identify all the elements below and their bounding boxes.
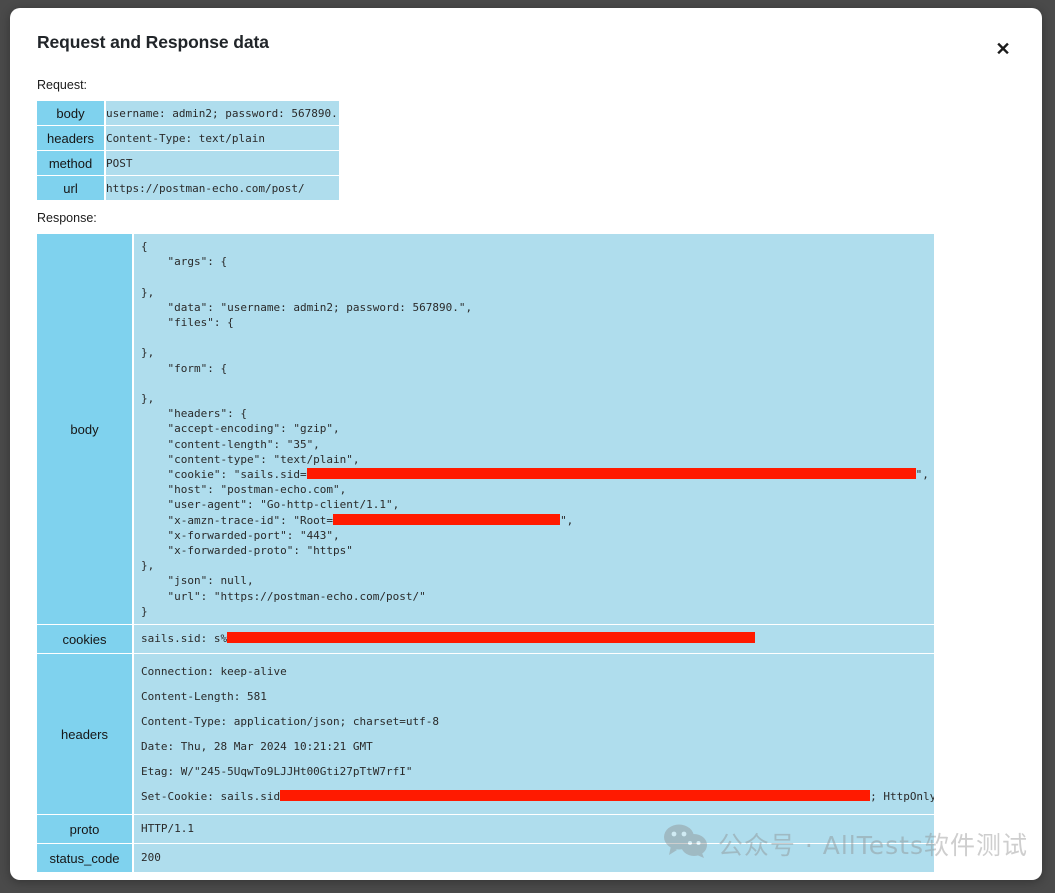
json-line bbox=[141, 330, 927, 345]
json-line: { bbox=[141, 240, 148, 253]
header-line: Content-Type: application/json; charset=… bbox=[141, 715, 440, 729]
table-row: status_code 200 bbox=[37, 844, 934, 873]
json-line: }, bbox=[141, 559, 155, 573]
response-headers-key: headers bbox=[37, 654, 134, 815]
json-line: "host": "postman-echo.com", bbox=[141, 483, 347, 497]
json-line: "user-agent": "Go-http-client/1.1", bbox=[141, 498, 400, 512]
request-row-key: url bbox=[37, 176, 106, 200]
table-row: body username: admin2; password: 567890. bbox=[37, 101, 339, 125]
table-row: body { "args": { }, "data": "username: a… bbox=[37, 234, 934, 625]
json-line: "data": "username: admin2; password: 567… bbox=[141, 300, 473, 314]
json-line: "args": { bbox=[141, 255, 228, 269]
table-row: headers Connection: keep-alive Content-Le… bbox=[37, 654, 934, 815]
redaction-bar bbox=[306, 468, 916, 480]
table-row: url https://postman-echo.com/post/ bbox=[37, 176, 339, 200]
close-icon[interactable]: ✕ bbox=[990, 36, 1016, 62]
request-row-value: Content-Type: text/plain bbox=[106, 126, 339, 150]
json-line: }, bbox=[141, 285, 155, 299]
json-line: }, bbox=[141, 346, 155, 360]
response-proto-value: HTTP/1.1 bbox=[134, 815, 934, 844]
request-row-value: username: admin2; password: 567890. bbox=[106, 101, 339, 125]
json-line: "headers": { bbox=[141, 407, 247, 421]
header-line: Etag: W/"245-5UqwTo9LJJHt00Gti27pTtW7rfI… bbox=[141, 765, 413, 779]
json-line: "x-forwarded-port": "443", bbox=[141, 528, 340, 542]
json-line: "x-forwarded-proto": "https" bbox=[141, 544, 353, 558]
redaction-bar bbox=[333, 513, 561, 525]
request-section-label: Request: bbox=[37, 78, 88, 92]
json-line: "form": { bbox=[141, 361, 228, 375]
set-cookie-line: Set-Cookie: sails.sid; HttpOnly bbox=[141, 790, 934, 804]
response-body-value: { "args": { }, "data": "username: admin2… bbox=[134, 234, 934, 625]
redaction-bar bbox=[227, 632, 756, 644]
request-row-key: headers bbox=[37, 126, 106, 150]
json-line: "content-type": "text/plain", bbox=[141, 452, 360, 466]
json-line: "cookie": "sails.sid= ", bbox=[141, 468, 929, 482]
table-row: headers Content-Type: text/plain bbox=[37, 126, 339, 150]
response-status-value: 200 bbox=[134, 844, 934, 873]
json-line: "files": { bbox=[141, 316, 234, 330]
json-line: "x-amzn-trace-id": "Root= ", bbox=[141, 513, 574, 527]
modal-header: Request and Response data ✕ bbox=[28, 26, 1020, 68]
header-line: Connection: keep-alive bbox=[141, 665, 287, 679]
table-row: proto HTTP/1.1 bbox=[37, 815, 934, 844]
response-cookies-value: sails.sid: s% bbox=[134, 625, 934, 654]
json-line: "content-length": "35", bbox=[141, 437, 320, 451]
request-table: body username: admin2; password: 567890. h… bbox=[37, 100, 339, 201]
json-line: "json": null, bbox=[141, 574, 254, 588]
header-line: Date: Thu, 28 Mar 2024 10:21:21 GMT bbox=[141, 740, 373, 754]
json-line: "url": "https://postman-echo.com/post/" bbox=[141, 589, 426, 603]
request-row-key: method bbox=[37, 151, 106, 175]
table-row: cookies sails.sid: s% bbox=[37, 625, 934, 654]
json-line: } bbox=[141, 604, 148, 618]
response-body-key: body bbox=[37, 234, 134, 625]
response-headers-value: Connection: keep-alive Content-Length: 58… bbox=[134, 654, 934, 815]
response-cookies-key: cookies bbox=[37, 625, 134, 654]
request-row-value: POST bbox=[106, 151, 339, 175]
response-table: body { "args": { }, "data": "username: a… bbox=[37, 233, 934, 873]
json-line bbox=[141, 376, 927, 391]
json-line: "accept-encoding": "gzip", bbox=[141, 422, 340, 436]
table-row: method POST bbox=[37, 151, 339, 175]
json-line bbox=[141, 269, 927, 284]
request-response-modal: Request and Response data ✕ Request: bod… bbox=[10, 8, 1042, 880]
redaction-bar bbox=[280, 790, 871, 802]
response-proto-key: proto bbox=[37, 815, 134, 844]
request-row-value: https://postman-echo.com/post/ bbox=[106, 176, 339, 200]
json-line: }, bbox=[141, 392, 155, 406]
response-section-label: Response: bbox=[37, 211, 97, 225]
response-status-key: status_code bbox=[37, 844, 134, 873]
request-row-key: body bbox=[37, 101, 106, 125]
page-title: Request and Response data bbox=[37, 32, 269, 52]
header-line: Content-Length: 581 bbox=[141, 690, 267, 704]
